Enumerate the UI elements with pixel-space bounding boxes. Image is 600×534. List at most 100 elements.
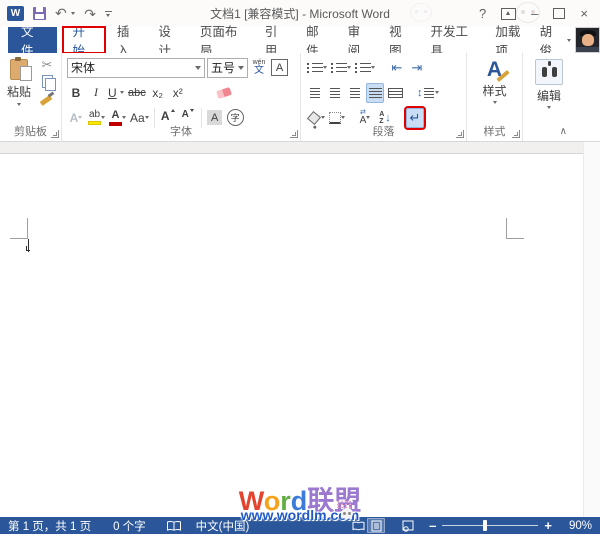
underline-button[interactable]: U (107, 83, 125, 103)
redo-button[interactable]: ↷ (84, 7, 96, 21)
chevron-down-icon[interactable] (323, 66, 327, 69)
font-size-value: 五号 (211, 59, 235, 76)
chevron-down-icon[interactable] (435, 91, 439, 94)
chevron-down-icon[interactable] (120, 91, 124, 94)
line-spacing-button[interactable]: ↕ (416, 83, 440, 103)
multilevel-list-button[interactable] (354, 58, 376, 78)
styles-button[interactable]: A 样式 (470, 55, 519, 119)
undo-dropdown-icon[interactable] (71, 12, 75, 15)
increase-indent-button[interactable]: ⇥ (408, 58, 426, 78)
format-painter-button[interactable] (40, 92, 55, 105)
paste-button[interactable]: 粘贴 (3, 55, 35, 119)
chevron-down-icon[interactable] (341, 116, 345, 119)
zoom-in-button[interactable]: + (544, 519, 552, 532)
chevron-down-icon[interactable] (145, 116, 149, 119)
chevron-down-icon[interactable] (493, 101, 497, 104)
chevron-down-icon[interactable] (347, 66, 351, 69)
font-dialog-launcher[interactable] (290, 130, 298, 138)
proofing-status-button[interactable] (166, 520, 182, 532)
close-button[interactable]: × (580, 7, 588, 20)
bullets-button[interactable] (306, 58, 328, 78)
cut-button[interactable]: ✂ (42, 58, 53, 71)
decrease-indent-button[interactable]: ⇤ (388, 58, 406, 78)
chevron-down-icon[interactable] (122, 116, 126, 119)
chevron-down-icon[interactable] (101, 116, 105, 119)
subscript-button[interactable]: x₂ (149, 83, 167, 103)
user-account-menu[interactable]: 胡俊 (540, 27, 575, 53)
phonetic-guide-button[interactable]: wén 文 (250, 58, 268, 78)
minimize-button[interactable]: – (531, 7, 538, 20)
document-area[interactable]: Word联盟 (0, 142, 600, 517)
spacing-lines-icon (424, 88, 434, 98)
distribute-button[interactable] (386, 83, 404, 103)
read-mode-button[interactable] (349, 518, 367, 533)
tab-addins[interactable]: 加载项 (486, 27, 539, 53)
zoom-slider-track[interactable] (442, 520, 538, 531)
editing-button[interactable]: 编辑 (526, 55, 572, 119)
align-right-button[interactable] (346, 83, 364, 103)
user-avatar[interactable] (575, 27, 600, 53)
save-button[interactable] (33, 7, 46, 20)
font-name-combobox[interactable]: 宋体 (67, 58, 205, 78)
zoom-slider-thumb[interactable] (483, 520, 487, 531)
logo-letter: W (239, 486, 264, 516)
zoom-level-button[interactable]: 90% (560, 520, 592, 532)
tab-design[interactable]: 设计 (149, 27, 190, 53)
page-top-edge (0, 153, 584, 154)
print-layout-button[interactable] (367, 518, 385, 533)
word-count-status[interactable]: 0 个字 (113, 518, 146, 534)
read-mode-icon (352, 521, 365, 531)
web-layout-button[interactable] (399, 518, 417, 533)
tab-file[interactable]: 文件 (8, 27, 57, 53)
paste-dropdown-icon[interactable] (17, 103, 21, 106)
justify-icon (369, 88, 382, 98)
justify-button[interactable] (366, 83, 384, 103)
character-border-button[interactable]: A (270, 58, 289, 78)
numbering-button[interactable] (330, 58, 352, 78)
italic-button[interactable]: I (87, 83, 105, 103)
tab-mailings[interactable]: 邮件 (297, 27, 338, 53)
zoom-out-button[interactable]: – (429, 519, 436, 532)
font-group-label: 字体 (62, 123, 300, 139)
chevron-down-icon[interactable] (238, 66, 244, 70)
page-number-status[interactable]: 第 1 页，共 1 页 (8, 518, 91, 534)
word-app-icon[interactable]: W (7, 6, 24, 21)
chevron-down-icon[interactable] (366, 116, 370, 119)
chevron-down-icon[interactable] (371, 66, 375, 69)
quick-access-toolbar: W ↶ ↷ (0, 5, 112, 23)
tab-insert[interactable]: 插入 (108, 27, 149, 53)
maximize-button[interactable] (553, 8, 565, 19)
copy-button[interactable] (42, 75, 53, 88)
tab-developer[interactable]: 开发工具 (422, 27, 487, 53)
help-button[interactable]: ? (479, 7, 486, 20)
clear-formatting-button[interactable] (215, 83, 233, 103)
paragraph-dialog-launcher[interactable] (456, 130, 464, 138)
tab-home[interactable]: 开始 (63, 27, 104, 53)
tab-review[interactable]: 审阅 (339, 27, 380, 53)
undo-button[interactable]: ↶ (55, 5, 75, 23)
clipboard-dialog-launcher[interactable] (51, 130, 59, 138)
ribbon-display-options-button[interactable] (501, 8, 516, 20)
chevron-down-icon[interactable] (195, 66, 201, 70)
styles-dialog-launcher[interactable] (512, 130, 520, 138)
bold-button[interactable]: B (67, 83, 85, 103)
vertical-scrollbar[interactable] (583, 142, 600, 517)
wordlm-watermark-logo: Word联盟 (0, 488, 600, 515)
customize-qat-button[interactable] (105, 11, 112, 17)
language-status-button[interactable]: 中文(中国) (196, 518, 250, 534)
align-left-button[interactable] (306, 83, 324, 103)
tab-view[interactable]: 视图 (380, 27, 421, 53)
bullet-list-icon (307, 63, 323, 73)
editing-group: 编辑 ∧ (523, 53, 575, 141)
strikethrough-button[interactable]: abc (127, 83, 147, 103)
tab-references[interactable]: 引用 (256, 27, 297, 53)
superscript-button[interactable]: x² (169, 83, 187, 103)
paste-label: 粘贴 (7, 83, 31, 100)
collapse-ribbon-button[interactable]: ∧ (560, 126, 567, 137)
chevron-down-icon[interactable] (547, 106, 551, 109)
align-center-button[interactable] (326, 83, 344, 103)
font-size-combobox[interactable]: 五号 (207, 58, 248, 78)
chevron-down-icon[interactable] (321, 116, 325, 119)
tab-page-layout[interactable]: 页面布局 (191, 27, 256, 53)
watermark-dots (336, 500, 352, 508)
